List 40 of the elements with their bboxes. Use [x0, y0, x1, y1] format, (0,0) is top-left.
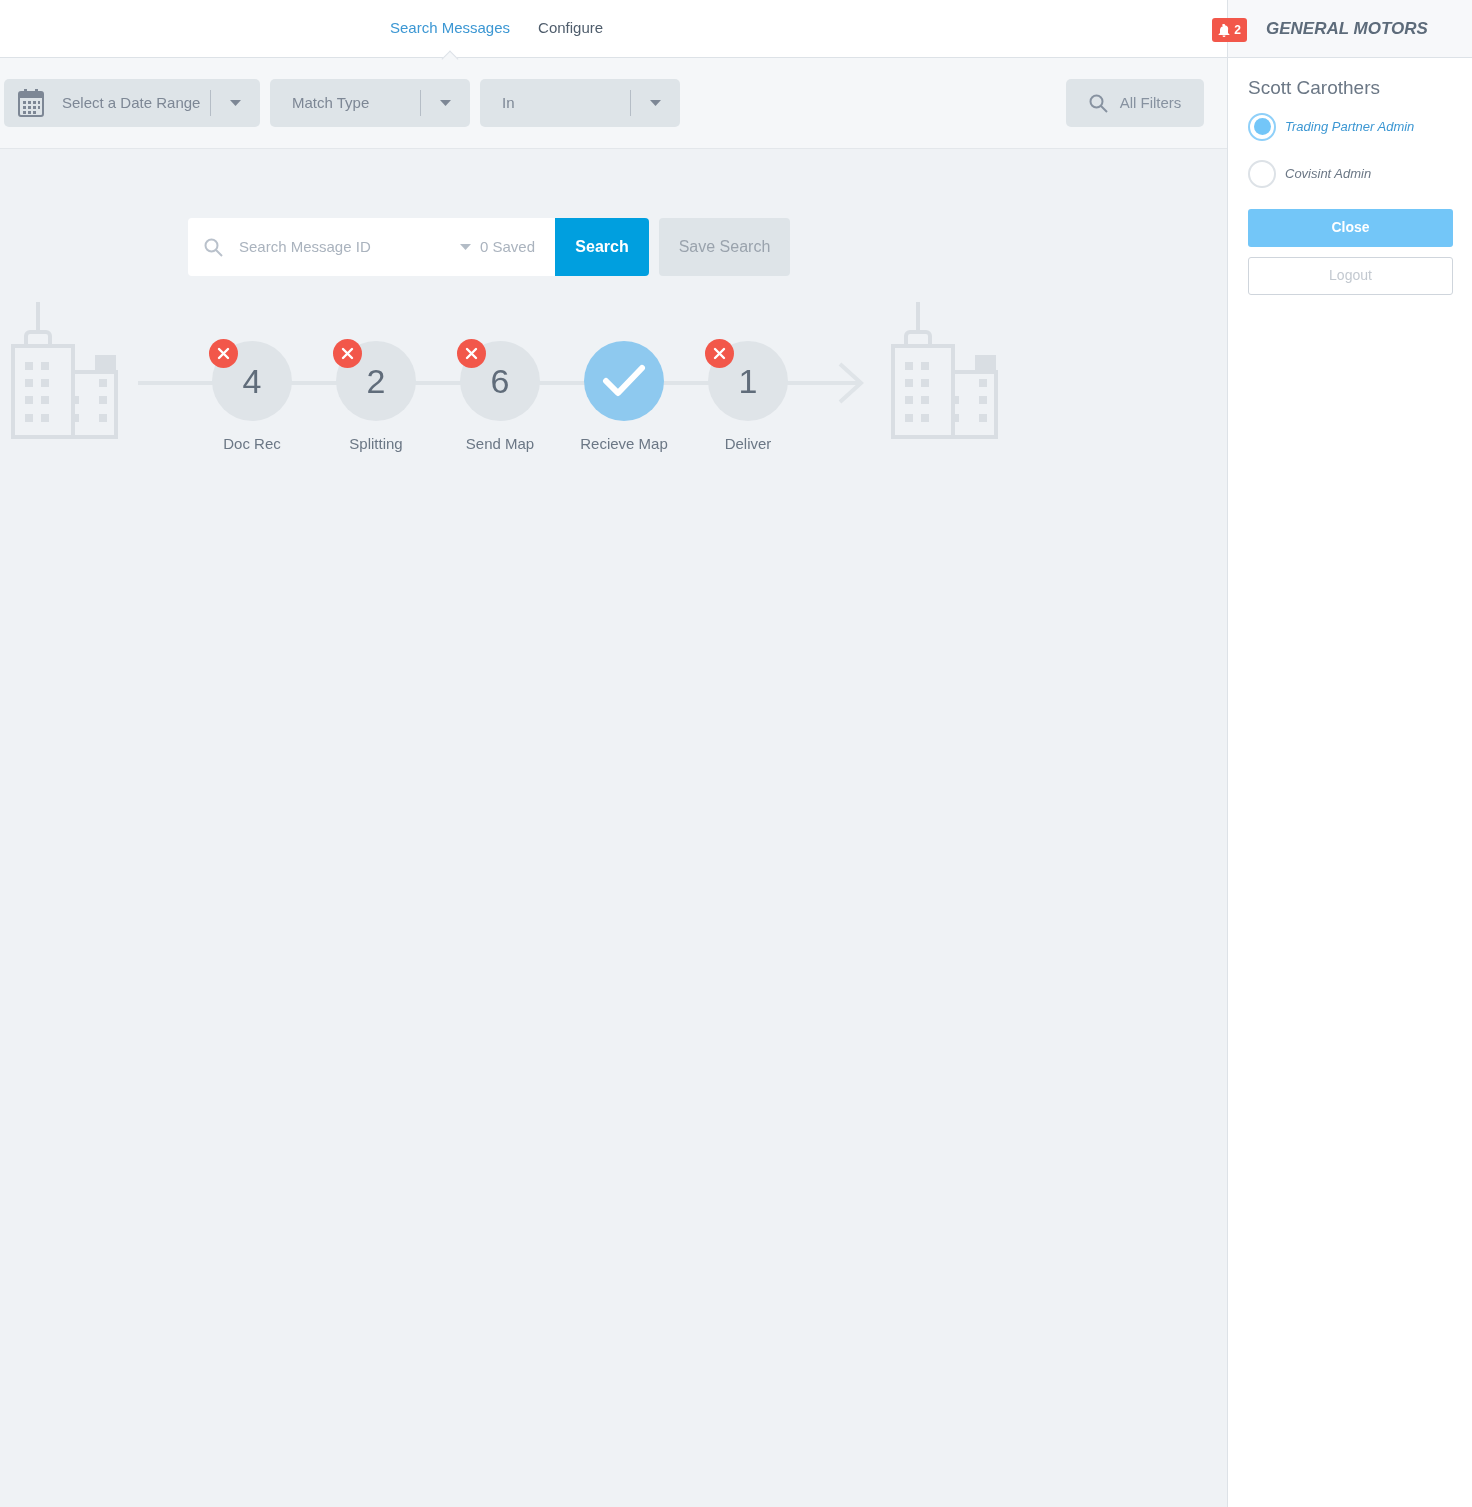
- close-button[interactable]: Close: [1248, 208, 1453, 247]
- search-icon: [1088, 93, 1108, 113]
- logout-button[interactable]: Logout: [1248, 256, 1453, 295]
- notification-badge[interactable]: 2: [1212, 18, 1247, 42]
- bell-icon: [1218, 23, 1231, 37]
- user-name: Scott Carothers: [1248, 76, 1381, 100]
- filter-dropdown[interactable]: In: [480, 79, 680, 127]
- step-label: Splitting: [349, 434, 403, 454]
- caret-down-icon[interactable]: [459, 244, 471, 250]
- search-field[interactable]: Search Message ID: [239, 235, 449, 259]
- saved-count: 0 Saved: [479, 236, 535, 257]
- step-label: Recieve Map: [580, 434, 668, 454]
- nav-tab[interactable]: Configure: [538, 0, 604, 58]
- error-icon: [705, 339, 734, 368]
- radio-button[interactable]: [1248, 159, 1276, 188]
- filter-dropdown[interactable]: Match Type: [270, 79, 470, 127]
- caret-down-icon: [650, 100, 661, 106]
- role-label[interactable]: Covisint Admin: [1285, 163, 1372, 184]
- error-icon: [333, 339, 362, 368]
- check-icon: [602, 364, 646, 398]
- save-search-button[interactable]: Save Search: [659, 218, 790, 276]
- radio-button[interactable]: [1248, 112, 1276, 141]
- caret-down-icon: [230, 100, 241, 106]
- step-count: 2: [366, 360, 386, 402]
- search-icon: [204, 237, 223, 257]
- caret-down-icon: [440, 100, 451, 106]
- calendar-icon: [18, 89, 44, 117]
- step-count: 1: [738, 360, 758, 402]
- step-label: Doc Rec: [223, 434, 281, 454]
- company-name: GENERAL MOTORS: [1266, 17, 1428, 40]
- step-count: 6: [490, 360, 510, 402]
- step-count: 4: [242, 360, 262, 402]
- error-icon: [209, 339, 238, 368]
- search-button[interactable]: Search: [555, 218, 649, 276]
- step-label: Send Map: [465, 434, 535, 454]
- role-label[interactable]: Trading Partner Admin: [1285, 116, 1415, 137]
- error-icon: [457, 339, 486, 368]
- all-filters-button[interactable]: All Filters: [1066, 79, 1204, 127]
- step-label: Deliver: [724, 434, 772, 454]
- date-range-dropdown[interactable]: Select a Date Range: [4, 79, 260, 127]
